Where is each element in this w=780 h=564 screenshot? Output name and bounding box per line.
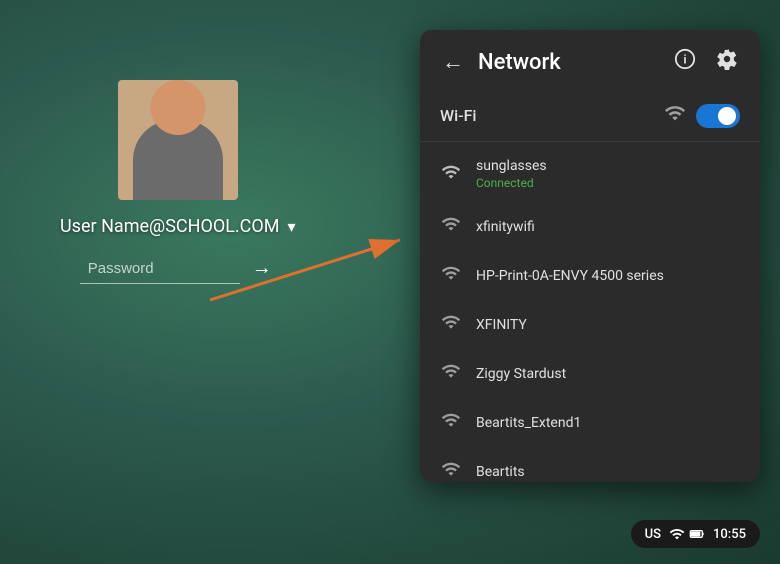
gear-icon — [716, 48, 738, 70]
wifi-icon-hp — [440, 263, 462, 288]
network-item-hp-print[interactable]: HP-Print-0A-ENVY 4500 series — [420, 251, 760, 300]
info-button[interactable]: i — [672, 46, 698, 78]
network-info-beartits: Beartits — [476, 464, 740, 480]
submit-button[interactable]: → — [248, 253, 276, 284]
password-input[interactable] — [80, 254, 240, 284]
network-item-ziggy[interactable]: Ziggy Stardust — [420, 349, 760, 398]
back-button[interactable]: ← — [440, 49, 466, 75]
wifi-connected-icon — [440, 162, 462, 187]
status-icons — [669, 526, 705, 542]
network-name: xfinitywifi — [476, 219, 740, 235]
wifi-icon-beartits-extend — [440, 410, 462, 435]
network-name: HP-Print-0A-ENVY 4500 series — [476, 268, 740, 284]
network-info-xfinity: XFINITY — [476, 317, 740, 333]
wifi-icon-beartits — [440, 459, 462, 482]
network-name: sunglasses — [476, 158, 740, 174]
wifi-label: Wi-Fi — [440, 106, 477, 125]
user-info-row: User Name@SCHOOL.COM ▾ — [60, 216, 296, 237]
network-info-ziggy: Ziggy Stardust — [476, 366, 740, 382]
network-item-beartits-extend[interactable]: Beartits_Extend1 — [420, 398, 760, 447]
wifi-icon-ziggy — [440, 361, 462, 386]
network-name: Ziggy Stardust — [476, 366, 740, 382]
user-dropdown-chevron[interactable]: ▾ — [287, 217, 295, 236]
wifi-icon-xfinity — [440, 214, 462, 239]
wifi-icon-xfinity2 — [440, 312, 462, 337]
avatar-body — [133, 120, 223, 200]
network-info-hp-print: HP-Print-0A-ENVY 4500 series — [476, 268, 740, 284]
time-label: 10:55 — [713, 527, 746, 542]
network-info-sunglasses: sunglasses Connected — [476, 158, 740, 190]
header-left: ← Network — [440, 49, 561, 75]
wifi-toggle[interactable] — [696, 104, 740, 128]
wifi-section-header: Wi-Fi — [420, 94, 760, 142]
settings-button[interactable] — [714, 46, 740, 78]
network-item-xfinitywifi[interactable]: xfinitywifi — [420, 202, 760, 251]
network-list: sunglasses Connected xfinitywifi — [420, 142, 760, 482]
header-icons: i — [672, 46, 740, 78]
wifi-status-icon — [669, 526, 685, 542]
network-item-sunglasses[interactable]: sunglasses Connected — [420, 146, 760, 202]
panel-title: Network — [478, 50, 561, 75]
login-area: User Name@SCHOOL.COM ▾ → — [60, 80, 296, 284]
network-name: Beartits — [476, 464, 740, 480]
network-name: Beartits_Extend1 — [476, 415, 740, 431]
battery-icon — [689, 526, 705, 542]
avatar — [118, 80, 238, 200]
network-info-beartits-extend: Beartits_Extend1 — [476, 415, 740, 431]
network-item-beartits[interactable]: Beartits — [420, 447, 760, 482]
wifi-signal-icon — [664, 102, 686, 129]
network-status: Connected — [476, 176, 740, 190]
panel-header: ← Network i — [420, 30, 760, 94]
network-panel: ← Network i Wi-Fi — [420, 30, 760, 482]
password-row: → — [80, 253, 276, 284]
avatar-head — [150, 80, 205, 135]
info-icon: i — [674, 48, 696, 70]
status-bar: US 10:55 — [631, 520, 760, 548]
network-info-xfinitywifi: xfinitywifi — [476, 219, 740, 235]
network-item-xfinity[interactable]: XFINITY — [420, 300, 760, 349]
region-label: US — [645, 527, 661, 542]
svg-text:i: i — [683, 53, 686, 67]
username-label: User Name@SCHOOL.COM — [60, 216, 279, 237]
network-name: XFINITY — [476, 317, 740, 333]
wifi-controls — [664, 102, 740, 129]
